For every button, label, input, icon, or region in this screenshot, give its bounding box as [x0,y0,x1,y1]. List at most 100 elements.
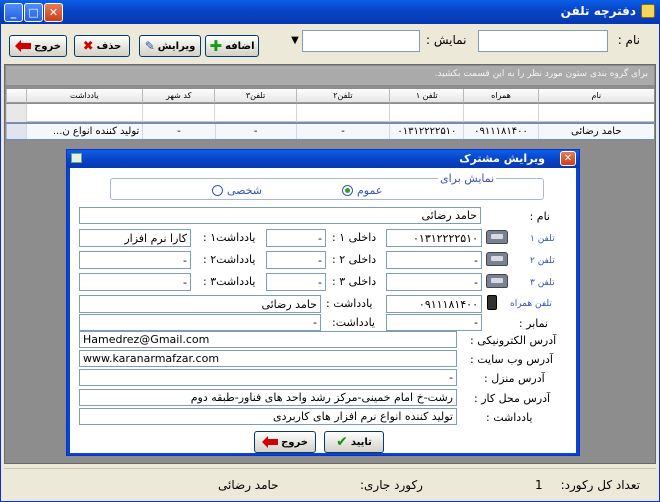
email-input[interactable] [79,331,457,348]
fax-note-input[interactable] [79,314,321,331]
edit-label: ویرایش [157,40,196,52]
column-header-mobile[interactable]: همراه [463,89,537,103]
add-button[interactable]: اضافه ✚ [205,35,259,57]
phone3-label[interactable]: تلفن ۳ [530,278,555,288]
display-dropdown[interactable]: ▼ [288,30,302,52]
column-header-phone2[interactable]: تلفن۲ [295,89,390,103]
dialog-title: ویرایش مشترک [459,152,545,165]
display-input[interactable] [302,30,420,52]
radio-public-circle[interactable] [342,185,353,196]
fax-input[interactable] [386,314,482,331]
ext2-label: داخلی ۲ : [332,253,377,266]
dialog-close-button[interactable]: ✕ [560,151,576,166]
mobile-note-label: یادداشت : [326,297,373,310]
current-record-label: رکورد جاری: [360,478,423,492]
ext3-input[interactable] [266,273,326,291]
filter-cell[interactable] [295,104,390,122]
add-label: اضافه [225,40,255,52]
fax-note-label: یادداشت: [332,316,375,329]
ext2-input[interactable] [266,251,326,269]
note2-label: یادداشت۲ : [203,253,256,266]
column-header-note[interactable]: یادداشت [25,89,142,103]
cell-phone2[interactable]: - [295,124,390,139]
status-bar [4,468,656,498]
edit-button[interactable]: ویرایش ✎ [139,35,201,57]
phone-icon [486,230,508,244]
cell-area-code[interactable]: - [142,124,214,139]
minimize-button[interactable]: _ [4,3,23,22]
phone-icon [486,252,508,266]
row-selector[interactable] [6,124,26,139]
cell-phone1[interactable]: ۰۱۳۱۲۲۲۲۵۱۰ [389,124,463,139]
filter-cell[interactable] [25,104,142,122]
phone1-input[interactable] [386,229,482,247]
dialog-exit-button[interactable]: خروج [254,431,316,453]
grid-filter-row [6,104,654,122]
delete-button[interactable]: حذف ✖ [74,35,130,57]
ok-button[interactable]: تایید ✔ [324,431,384,453]
display-label: نمایش : [426,33,467,47]
website-input[interactable] [79,350,457,367]
dialog-name-input[interactable] [79,207,481,224]
group-by-hint[interactable]: برای گروه بندی ستون مورد نظر را به این ق… [6,66,654,85]
home-address-label: آدرس منزل : [484,372,545,385]
dialog-title-bar[interactable]: ویرایش مشترک ✕ [67,150,579,168]
phone-icon [486,274,508,288]
column-header-phone1[interactable]: تلفن ۱ [389,89,463,103]
radio-private[interactable]: شخصی [212,184,262,197]
filter-cell[interactable] [389,104,463,122]
name-search-input[interactable] [478,30,608,52]
phone2-label[interactable]: تلفن ۲ [530,256,555,266]
filter-cell[interactable] [214,104,295,122]
filter-cell[interactable] [463,104,537,122]
phone1-label[interactable]: تلفن ۱ [530,234,555,244]
fax-label: نمابر : [518,317,548,330]
delete-x-icon: ✖ [82,38,94,54]
column-header-phone3[interactable]: تلفن۳ [214,89,295,103]
exit-button[interactable]: خروج [9,35,67,57]
title-bar[interactable]: _ □ ✕ دفترچه تلفن [0,0,660,24]
row-selector-header [6,89,26,103]
email-label: آدرس الکترونیکی : [470,334,557,347]
mobile-label[interactable]: تلفن همراه [510,299,552,309]
filter-cell[interactable] [142,104,214,122]
exit-label: خروج [34,40,61,52]
cell-note[interactable]: تولید کننده انواع ن... [25,124,143,139]
work-address-input[interactable] [79,389,457,406]
column-header-area-code[interactable]: کد شهر [142,89,214,103]
close-button[interactable]: ✕ [44,3,63,22]
note-label: یادداشت : [486,411,533,424]
name-search-label: نام : [617,33,640,47]
work-address-label: آدرس محل کار : [474,392,551,405]
cell-mobile[interactable]: ۰۹۱۱۱۸۱۴۰۰ [463,124,537,139]
total-records-value: 1 [535,478,543,492]
mobile-note-input[interactable] [79,295,321,313]
table-row[interactable]: تولید کننده انواع ن... - - - ۰۱۳۱۲۲۲۲۵۱۰… [6,123,654,140]
cell-phone3[interactable]: - [214,124,296,139]
dialog-exit-label: خروج [281,436,308,448]
maximize-button[interactable]: □ [24,3,43,22]
note1-input[interactable] [79,229,191,247]
note-input[interactable] [79,408,457,425]
phonebook-icon [641,4,655,18]
dialog-icon [71,153,82,163]
home-address-input[interactable] [79,369,457,386]
note3-input[interactable] [79,273,191,291]
ext1-input[interactable] [266,229,326,247]
cell-name[interactable]: حامد رضائی [537,124,654,139]
exit-arrow-icon [15,40,32,52]
phone2-input[interactable] [386,251,482,269]
note2-input[interactable] [79,251,191,269]
edit-icon: ✎ [144,39,155,53]
delete-label: حذف [96,40,122,52]
column-header-name[interactable]: نام [537,89,654,103]
note3-label: یادداشت۳ : [203,275,256,288]
window-title: دفترچه تلفن [560,4,636,18]
radio-public[interactable]: عموم [342,184,382,197]
mobile-input[interactable] [386,295,482,313]
phone3-input[interactable] [386,273,482,291]
filter-cell[interactable] [537,104,654,122]
radio-private-circle[interactable] [212,185,223,196]
radio-public-label: عموم [357,184,383,197]
grid-header: یادداشت کد شهر تلفن۳ تلفن۲ تلفن ۱ همراه … [6,89,654,103]
